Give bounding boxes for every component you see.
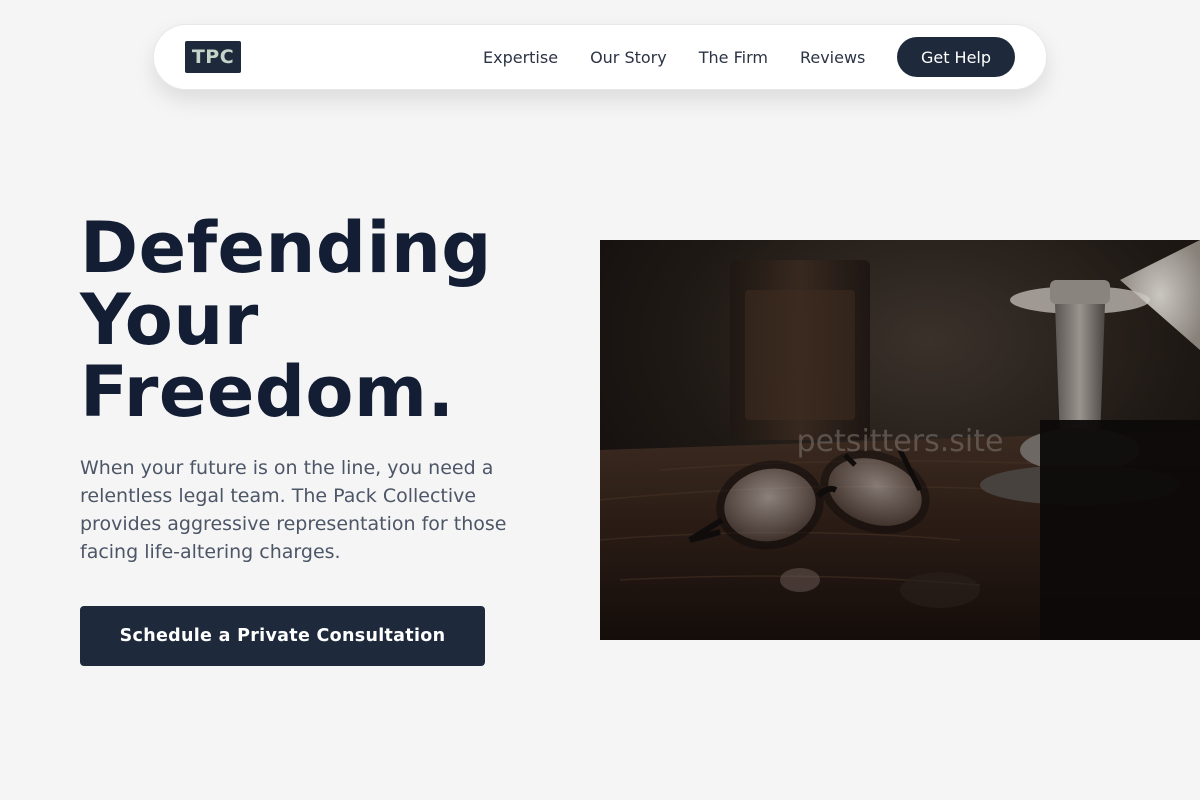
hero-headline: Defending Your Freedom. [80, 212, 580, 428]
nav-links: Expertise Our Story The Firm Reviews [483, 25, 897, 89]
image-watermark: petsitters.site [796, 424, 1004, 459]
hero-subtext: When your future is on the line, you nee… [80, 457, 507, 563]
page: TPC Expertise Our Story The Firm Reviews… [0, 0, 1200, 800]
nav-link-our-story[interactable]: Our Story [590, 48, 667, 67]
nav-link-reviews[interactable]: Reviews [800, 48, 865, 67]
headline-line-2: Your [80, 279, 259, 361]
get-help-button[interactable]: Get Help [897, 37, 1015, 77]
hero-image: petsitters.site [600, 240, 1200, 640]
schedule-consultation-button[interactable]: Schedule a Private Consultation [80, 606, 485, 666]
headline-line-3: Freedom. [80, 351, 455, 433]
navbar: TPC Expertise Our Story The Firm Reviews… [153, 24, 1047, 90]
logo[interactable]: TPC [185, 41, 241, 73]
headline-line-1: Defending [80, 207, 492, 289]
nav-link-expertise[interactable]: Expertise [483, 48, 558, 67]
nav-link-the-firm[interactable]: The Firm [699, 48, 768, 67]
